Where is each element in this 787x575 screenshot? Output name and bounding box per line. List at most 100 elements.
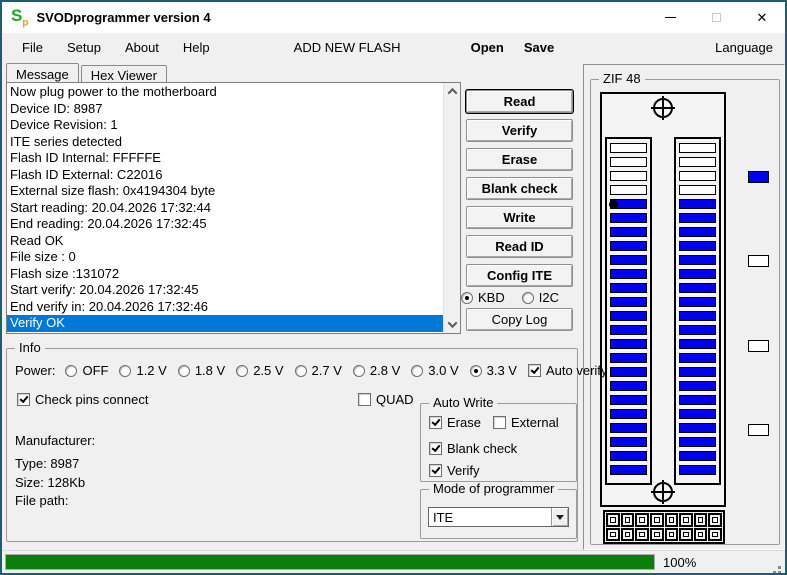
radio-circle-icon [469, 364, 482, 377]
radio-kbd[interactable]: KBD [461, 291, 505, 304]
connector-pin [649, 527, 664, 541]
menu-item-about[interactable]: About [113, 36, 171, 59]
checkbox-label: Auto verify [545, 363, 608, 378]
screw-icon [651, 480, 675, 504]
dropdown-button[interactable] [551, 508, 568, 526]
action-buttons: Read Verify Erase Blank check Write Read ID Co… [466, 90, 573, 293]
zif-pin-slot [679, 297, 716, 307]
log-line[interactable]: Verify OK [7, 315, 443, 332]
menu-item-help[interactable]: Help [171, 36, 222, 59]
zif-pin-slot [679, 451, 716, 461]
screw-icon [651, 96, 675, 120]
zif-pin-slot [610, 185, 647, 195]
log-line[interactable]: File size : 0 [7, 249, 443, 266]
auto-write-options: Erase External Blank check Verify [421, 404, 576, 481]
log-line[interactable]: Flash size :131072 [7, 266, 443, 283]
zif-pin-slot [610, 143, 647, 153]
mode-select[interactable]: ITE [428, 507, 569, 527]
mode-group: Mode of programmer ITE [420, 482, 577, 539]
close-button[interactable]: ✕ [739, 2, 785, 33]
pin1-marker-icon [609, 200, 618, 209]
zif-pin-slot [610, 367, 647, 377]
log-scrollbar[interactable] [443, 83, 460, 333]
log-line[interactable]: Read OK [7, 233, 443, 250]
connector-pin [649, 513, 664, 527]
zif-pin-slot [679, 157, 716, 167]
scroll-down-button[interactable] [444, 316, 461, 333]
radio-label: 2.8 V [369, 363, 401, 378]
connector-pin [708, 513, 722, 527]
radio-circle-icon [352, 364, 365, 377]
menu-item-save[interactable]: Save [514, 36, 564, 59]
auto-verify-checkbox[interactable]: Auto verify [527, 363, 608, 378]
blank-check-button[interactable]: Blank check [466, 177, 573, 200]
read-button[interactable]: Read [466, 90, 573, 113]
status-bar: 100% [2, 550, 785, 573]
zif-pin-slot [610, 409, 647, 419]
connector-pin [693, 513, 708, 527]
log-line[interactable]: End reading: 20.04.2026 17:32:45 [7, 216, 443, 233]
radio-label: I2C [538, 290, 559, 305]
zif-column-left [605, 137, 652, 485]
zif-pin-slot [610, 395, 647, 405]
log-line[interactable]: External size flash: 0x4194304 byte [7, 183, 443, 200]
minimize-button[interactable] [647, 2, 693, 33]
zif-pin-slot [679, 395, 716, 405]
quad-checkbox[interactable]: QUAD [358, 393, 414, 406]
zif-pin-slot [610, 213, 647, 223]
menu-item-file[interactable]: File [10, 36, 55, 59]
log-line[interactable]: Start verify: 20.04.2026 17:32:45 [7, 282, 443, 299]
scroll-up-button[interactable] [444, 83, 461, 100]
config-ite-button[interactable]: Config ITE [466, 264, 573, 287]
log-line[interactable]: Device Revision: 1 [7, 117, 443, 134]
log-line[interactable]: Start reading: 20.04.2026 17:32:44 [7, 200, 443, 217]
auto-write-verify[interactable]: Verify [429, 464, 480, 477]
menu-item-open[interactable]: Open [461, 36, 514, 59]
log-line[interactable]: Flash ID Internal: FFFFFE [7, 150, 443, 167]
read-id-button[interactable]: Read ID [466, 235, 573, 258]
chevron-down-icon [447, 318, 458, 329]
zif-pin-slot [679, 465, 716, 475]
zif-pin-slot [679, 269, 716, 279]
write-button[interactable]: Write [466, 206, 573, 229]
app-icon: Sp [11, 5, 29, 29]
zif-pin-slot [610, 451, 647, 461]
menu-item-setup[interactable]: Setup [55, 36, 113, 59]
erase-button[interactable]: Erase [466, 148, 573, 171]
log-line[interactable]: End verify in: 20.04.2026 17:32:46 [7, 299, 443, 316]
copy-log-button[interactable]: Copy Log [466, 308, 573, 331]
zif-indicator [748, 340, 769, 352]
zif-socket [600, 92, 726, 507]
power-radio-3-0-v[interactable]: 3.0 V [411, 364, 459, 377]
zif-pin-slot [679, 241, 716, 251]
checkbox-label: QUAD [376, 392, 414, 407]
log-line[interactable]: Device ID: 8987 [7, 101, 443, 118]
zif-indicator [748, 255, 769, 267]
radio-circle-icon [461, 291, 473, 304]
log-line[interactable]: ITE series detected [7, 134, 443, 151]
radio-label: KBD [478, 290, 505, 305]
zif-pin-slot [679, 367, 716, 377]
window-title: SVODprogrammer version 4 [36, 10, 211, 25]
auto-write-blank-check[interactable]: Blank check [429, 442, 517, 455]
maximize-icon [711, 13, 721, 22]
tab-message[interactable]: Message [6, 63, 79, 82]
connector-pin [606, 513, 620, 527]
radio-i2c[interactable]: I2C [521, 290, 559, 305]
resize-grip[interactable] [778, 566, 781, 569]
auto-write-erase[interactable]: Erase [429, 416, 481, 429]
power-radio-2-8-v[interactable]: 2.8 V [352, 363, 401, 378]
verify-button[interactable]: Verify [466, 119, 573, 142]
log-line[interactable]: Flash ID External: C22016 [7, 167, 443, 184]
checkbox-icon [429, 442, 442, 455]
tab-hex-viewer[interactable]: Hex Viewer [80, 65, 167, 83]
menu-item-language[interactable]: Language [711, 36, 777, 59]
checkbox-label: Verify [447, 463, 480, 478]
zif-group: ZIF 48 [590, 72, 780, 545]
power-radio-3-3-v[interactable]: 3.3 V [469, 364, 517, 377]
zif-pin-slot [679, 381, 716, 391]
auto-write-external[interactable]: External [493, 416, 559, 429]
menu-item-add-new-flash[interactable]: ADD NEW FLASH [286, 36, 409, 59]
zif-pin-slot [679, 213, 716, 223]
log-line[interactable]: Now plug power to the motherboard [7, 84, 443, 101]
